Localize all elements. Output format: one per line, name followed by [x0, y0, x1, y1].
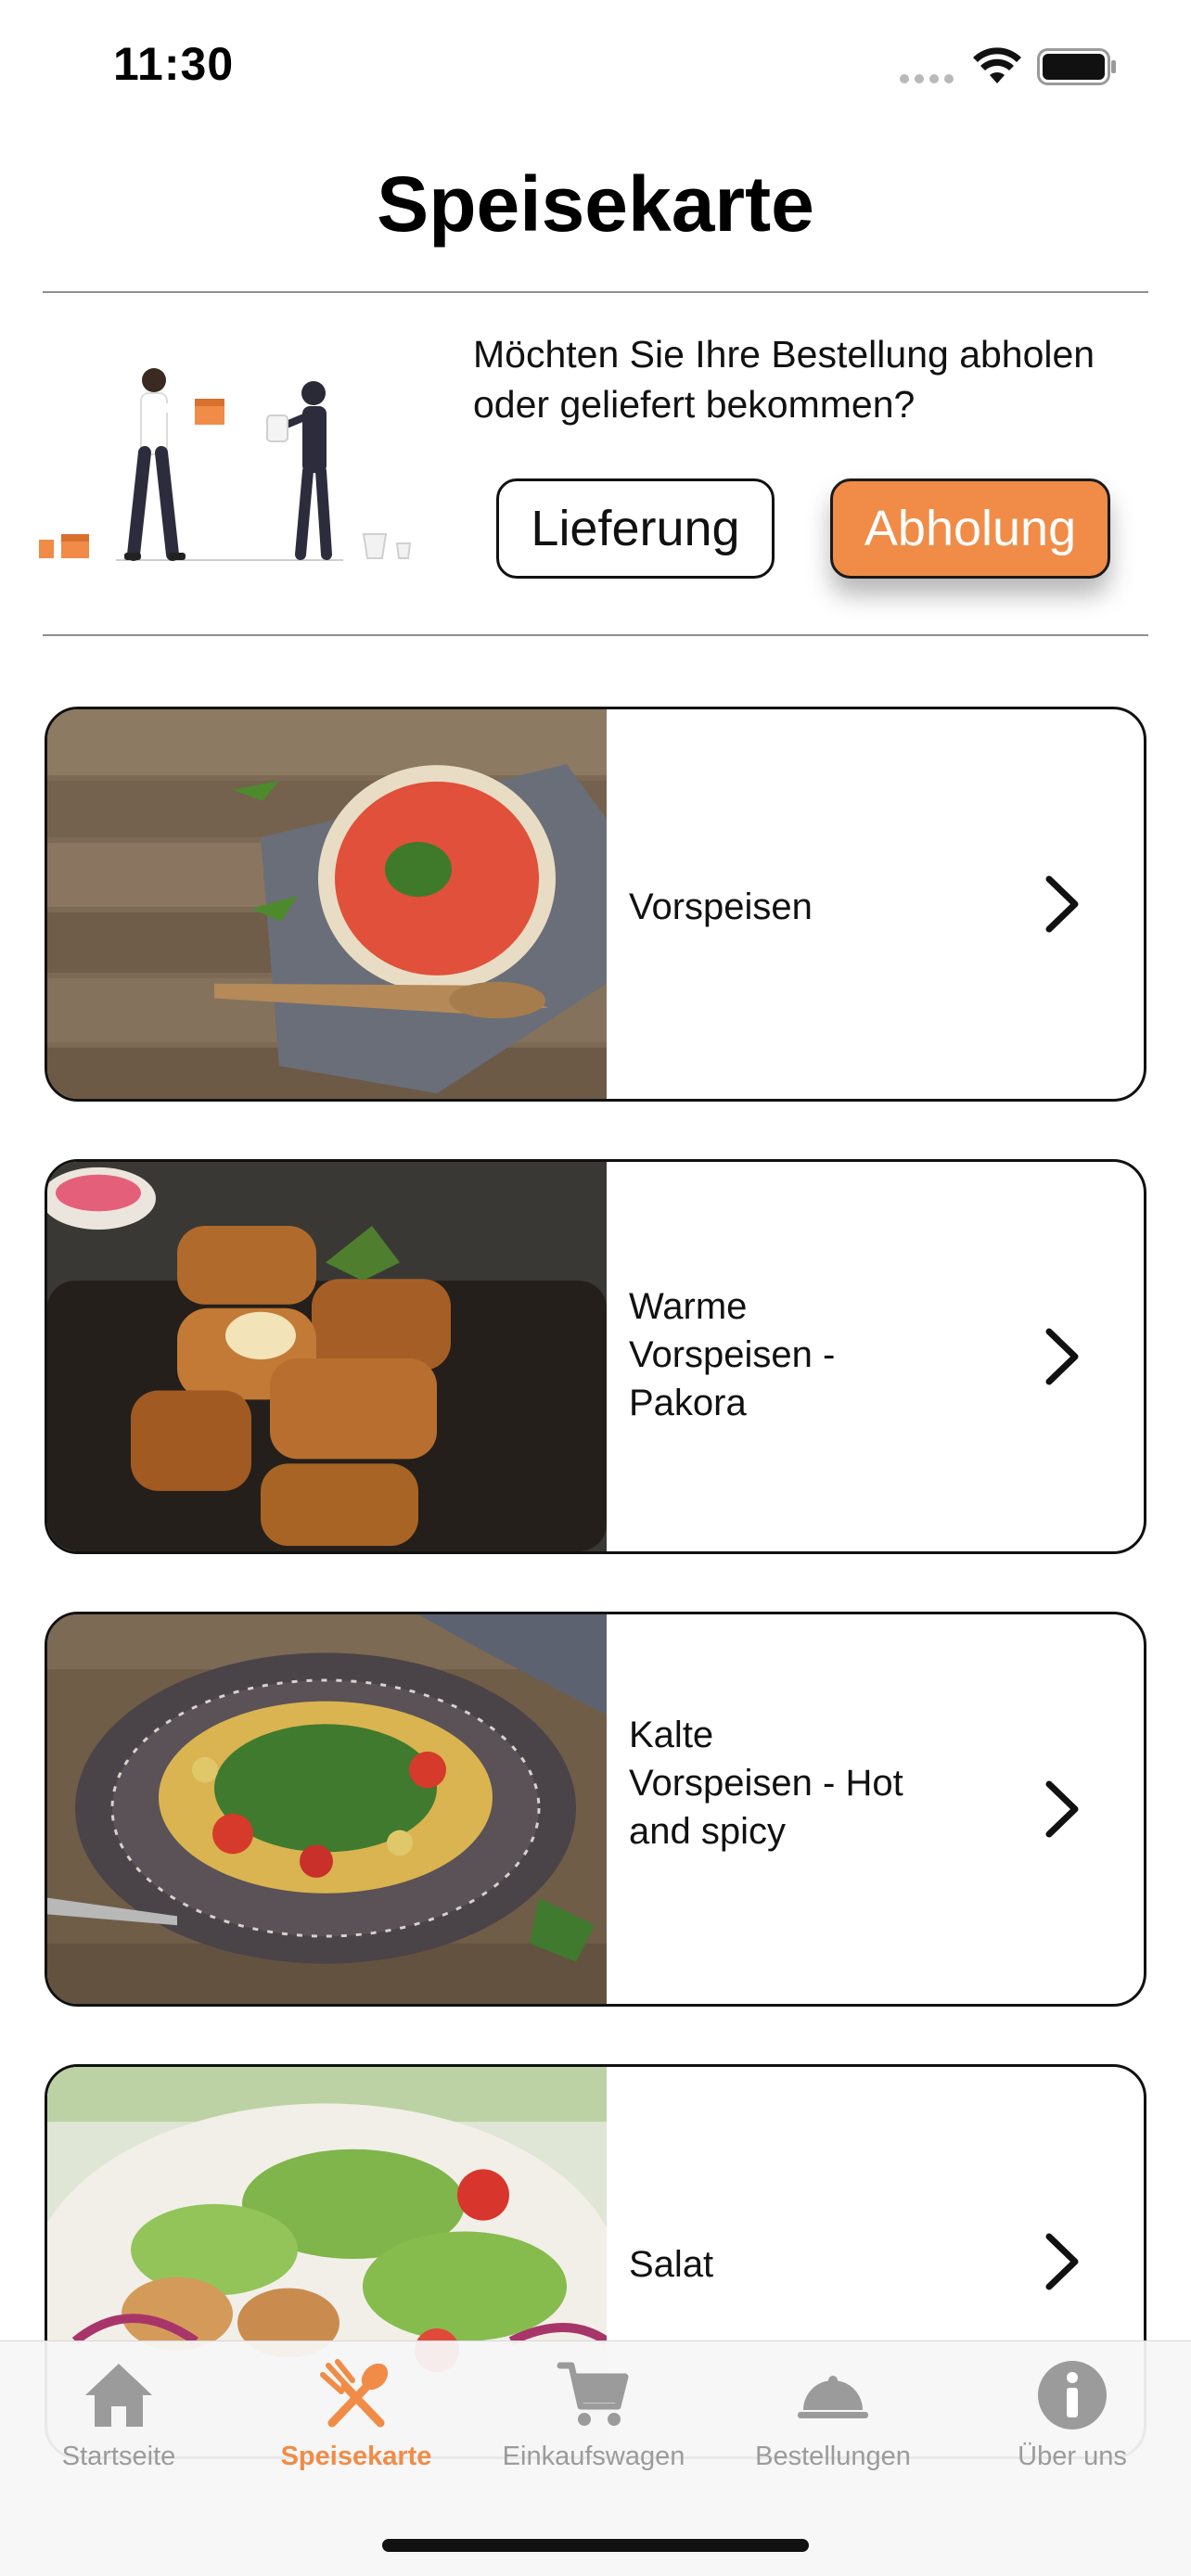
tab-einkaufswagen[interactable]: Einkaufswagen [475, 2341, 712, 2490]
cloche-icon [798, 2376, 868, 2418]
home-icon [85, 2364, 152, 2427]
header-divider [43, 291, 1148, 293]
delivery-button[interactable]: Lieferung [496, 478, 775, 579]
category-card-warme-vorspeisen[interactable]: Warme Vorspeisen - Pakora [45, 1159, 1146, 1554]
delivery-question: Möchten Sie Ihre Bestellung abholen oder… [473, 333, 1095, 426]
cart-icon [557, 2362, 629, 2426]
status-bar: 11:30 [0, 0, 1191, 130]
battery-icon [1037, 48, 1116, 85]
tab-label: Einkaufswagen [502, 2442, 685, 2471]
status-time: 11:30 [113, 38, 235, 90]
category-label: Vorspeisen [629, 886, 813, 927]
tab-startseite[interactable]: Startseite [0, 2341, 237, 2490]
category-card-kalte-vorspeisen[interactable]: Kalte Vorspeisen - Hot and spicy [45, 1612, 1146, 2007]
tomato-soup-image [47, 709, 607, 1099]
delivery-illustration [39, 368, 412, 561]
tab-label: Startseite [61, 2442, 176, 2471]
tab-ueber-uns[interactable]: Über uns [954, 2341, 1191, 2490]
info-icon [1038, 2361, 1107, 2429]
tab-bestellungen[interactable]: Bestellungen [714, 2341, 952, 2490]
chevron-right-icon [1045, 2233, 1079, 2290]
category-label: Kalte Vorspeisen - Hot and spicy [629, 1715, 903, 1852]
chickpea-salad-image [47, 1614, 607, 2004]
page-title: Speisekarte [377, 160, 814, 248]
tab-label: Über uns [1018, 2442, 1127, 2471]
cellular-signal-icon [900, 74, 954, 83]
tab-label: Bestellungen [755, 2442, 911, 2471]
menu-screen: 11:30 Speisekarte Möchten Sie Ihre Beste… [0, 0, 1191, 2576]
category-label: Warme Vorspeisen - Pakora [629, 1286, 836, 1423]
pickup-button[interactable]: Abholung [830, 478, 1110, 579]
category-label: Salat [629, 2244, 714, 2285]
section-divider [43, 634, 1148, 636]
tab-label: Speisekarte [280, 2442, 432, 2471]
cutlery-icon [320, 2359, 389, 2428]
fried-pakora-image [47, 1162, 607, 1551]
category-card-vorspeisen[interactable]: Vorspeisen [45, 707, 1146, 1102]
home-indicator [382, 2539, 809, 2552]
chevron-right-icon [1045, 875, 1079, 933]
tab-speisekarte[interactable]: Speisekarte [237, 2341, 475, 2490]
chevron-right-icon [1045, 1328, 1079, 1385]
chevron-right-icon [1045, 1780, 1079, 1838]
wifi-icon [973, 47, 1021, 83]
